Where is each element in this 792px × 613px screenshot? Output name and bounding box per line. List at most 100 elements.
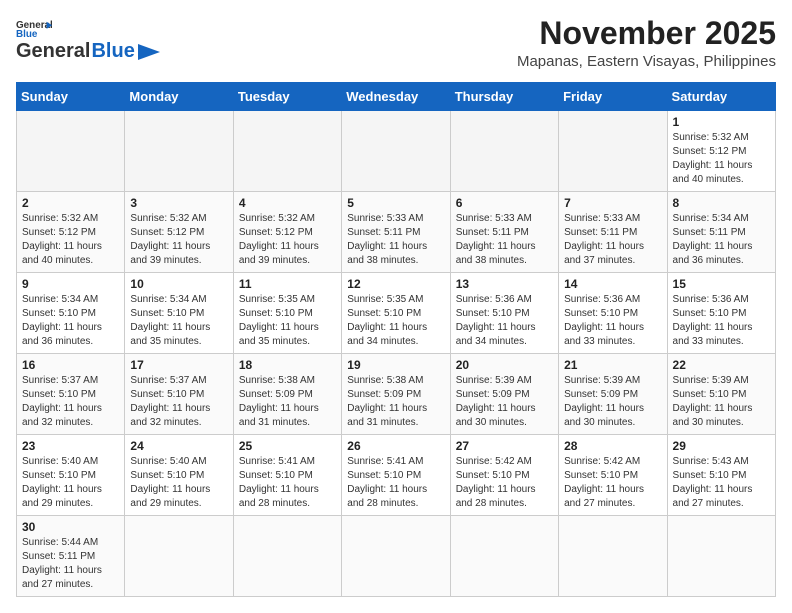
calendar-day-cell: 11 Sunrise: 5:35 AM Sunset: 5:10 PM Dayli… [233, 273, 341, 354]
calendar-day-cell: 16 Sunrise: 5:37 AM Sunset: 5:10 PM Dayli… [17, 354, 125, 435]
day-number: 23 [22, 439, 119, 453]
calendar-day-cell: 30Sunrise: 5:44 AM Sunset: 5:11 PM Dayli… [17, 516, 125, 597]
calendar-day-cell [125, 111, 233, 192]
day-info: Sunrise: 5:32 AM Sunset: 5:12 PM Dayligh… [22, 212, 119, 268]
calendar-day-cell [450, 111, 558, 192]
day-info: Sunrise: 5:37 AM Sunset: 5:10 PM Dayligh… [130, 374, 227, 430]
day-number: 5 [347, 196, 444, 210]
day-number: 7 [564, 196, 661, 210]
day-info: Sunrise: 5:40 AM Sunset: 5:10 PM Dayligh… [130, 455, 227, 511]
day-number: 8 [673, 196, 770, 210]
day-number: 19 [347, 358, 444, 372]
calendar-day-cell: 5Sunrise: 5:33 AM Sunset: 5:11 PM Daylig… [342, 192, 450, 273]
calendar-day-cell: 26Sunrise: 5:41 AM Sunset: 5:10 PM Dayli… [342, 435, 450, 516]
calendar-day-cell [559, 516, 667, 597]
day-info: Sunrise: 5:42 AM Sunset: 5:10 PM Dayligh… [456, 455, 553, 511]
calendar-week-row: 1 Sunrise: 5:32 AM Sunset: 5:12 PM Daylig… [17, 111, 776, 192]
calendar-day-cell [125, 516, 233, 597]
calendar-day-cell: 22 Sunrise: 5:39 AM Sunset: 5:10 PM Dayli… [667, 354, 775, 435]
calendar-day-cell [667, 516, 775, 597]
calendar-day-cell: 25 Sunrise: 5:41 AM Sunset: 5:10 PM Dayli… [233, 435, 341, 516]
day-number: 4 [239, 196, 336, 210]
day-number: 28 [564, 439, 661, 453]
day-number: 11 [239, 277, 336, 291]
day-number: 22 [673, 358, 770, 372]
calendar-day-cell: 8 Sunrise: 5:34 AM Sunset: 5:11 PM Daylig… [667, 192, 775, 273]
day-info: Sunrise: 5:35 AM Sunset: 5:10 PM Dayligh… [239, 293, 336, 349]
calendar-day-cell: 23 Sunrise: 5:40 AM Sunset: 5:10 PM Dayli… [17, 435, 125, 516]
day-number: 25 [239, 439, 336, 453]
day-info: Sunrise: 5:44 AM Sunset: 5:11 PM Dayligh… [22, 536, 119, 592]
day-info: Sunrise: 5:36 AM Sunset: 5:10 PM Dayligh… [564, 293, 661, 349]
calendar-day-cell: 27 Sunrise: 5:42 AM Sunset: 5:10 PM Dayli… [450, 435, 558, 516]
day-info: Sunrise: 5:40 AM Sunset: 5:10 PM Dayligh… [22, 455, 119, 511]
day-number: 6 [456, 196, 553, 210]
calendar-week-row: 2Sunrise: 5:32 AM Sunset: 5:12 PM Daylig… [17, 192, 776, 273]
day-number: 16 [22, 358, 119, 372]
calendar-table: SundayMondayTuesdayWednesdayThursdayFrid… [16, 82, 776, 597]
day-info: Sunrise: 5:42 AM Sunset: 5:10 PM Dayligh… [564, 455, 661, 511]
day-number: 10 [130, 277, 227, 291]
calendar-day-cell [450, 516, 558, 597]
day-info: Sunrise: 5:39 AM Sunset: 5:09 PM Dayligh… [564, 374, 661, 430]
calendar-day-cell: 20 Sunrise: 5:39 AM Sunset: 5:09 PM Dayli… [450, 354, 558, 435]
svg-text:Blue: Blue [16, 29, 38, 38]
day-number: 3 [130, 196, 227, 210]
day-number: 1 [673, 115, 770, 129]
col-header-saturday: Saturday [667, 83, 775, 111]
day-info: Sunrise: 5:34 AM Sunset: 5:11 PM Dayligh… [673, 212, 770, 268]
day-info: Sunrise: 5:34 AM Sunset: 5:10 PM Dayligh… [22, 293, 119, 349]
page-header: General Blue General Blue November 2025 … [16, 16, 776, 70]
calendar-day-cell: 17Sunrise: 5:37 AM Sunset: 5:10 PM Dayli… [125, 354, 233, 435]
day-number: 20 [456, 358, 553, 372]
day-info: Sunrise: 5:39 AM Sunset: 5:10 PM Dayligh… [673, 374, 770, 430]
calendar-day-cell [233, 516, 341, 597]
calendar-day-cell: 18 Sunrise: 5:38 AM Sunset: 5:09 PM Dayli… [233, 354, 341, 435]
calendar-day-cell: 12Sunrise: 5:35 AM Sunset: 5:10 PM Dayli… [342, 273, 450, 354]
day-number: 29 [673, 439, 770, 453]
col-header-friday: Friday [559, 83, 667, 111]
calendar-day-cell: 28 Sunrise: 5:42 AM Sunset: 5:10 PM Dayli… [559, 435, 667, 516]
calendar-week-row: 16 Sunrise: 5:37 AM Sunset: 5:10 PM Dayli… [17, 354, 776, 435]
calendar-day-cell: 15Sunrise: 5:36 AM Sunset: 5:10 PM Dayli… [667, 273, 775, 354]
col-header-tuesday: Tuesday [233, 83, 341, 111]
day-number: 26 [347, 439, 444, 453]
day-info: Sunrise: 5:39 AM Sunset: 5:09 PM Dayligh… [456, 374, 553, 430]
day-info: Sunrise: 5:35 AM Sunset: 5:10 PM Dayligh… [347, 293, 444, 349]
day-info: Sunrise: 5:33 AM Sunset: 5:11 PM Dayligh… [564, 212, 661, 268]
col-header-monday: Monday [125, 83, 233, 111]
calendar-day-cell: 21 Sunrise: 5:39 AM Sunset: 5:09 PM Dayli… [559, 354, 667, 435]
day-info: Sunrise: 5:41 AM Sunset: 5:10 PM Dayligh… [239, 455, 336, 511]
day-number: 9 [22, 277, 119, 291]
calendar-day-cell [559, 111, 667, 192]
day-number: 18 [239, 358, 336, 372]
location-subtitle: Mapanas, Eastern Visayas, Philippines [517, 53, 776, 70]
day-number: 13 [456, 277, 553, 291]
day-info: Sunrise: 5:37 AM Sunset: 5:10 PM Dayligh… [22, 374, 119, 430]
calendar-day-cell: 13Sunrise: 5:36 AM Sunset: 5:10 PM Dayli… [450, 273, 558, 354]
logo-blue-text: Blue [91, 40, 134, 63]
day-number: 27 [456, 439, 553, 453]
day-info: Sunrise: 5:32 AM Sunset: 5:12 PM Dayligh… [130, 212, 227, 268]
calendar-day-cell: 4 Sunrise: 5:32 AM Sunset: 5:12 PM Daylig… [233, 192, 341, 273]
logo-arrow-icon [138, 44, 160, 60]
calendar-header-row: SundayMondayTuesdayWednesdayThursdayFrid… [17, 83, 776, 111]
day-info: Sunrise: 5:32 AM Sunset: 5:12 PM Dayligh… [673, 131, 770, 187]
calendar-day-cell: 19Sunrise: 5:38 AM Sunset: 5:09 PM Dayli… [342, 354, 450, 435]
day-number: 21 [564, 358, 661, 372]
logo-icon: General Blue [16, 18, 52, 38]
calendar-day-cell [342, 111, 450, 192]
day-number: 14 [564, 277, 661, 291]
calendar-day-cell: 6 Sunrise: 5:33 AM Sunset: 5:11 PM Daylig… [450, 192, 558, 273]
logo: General Blue General Blue [16, 16, 160, 63]
day-info: Sunrise: 5:38 AM Sunset: 5:09 PM Dayligh… [239, 374, 336, 430]
day-info: Sunrise: 5:34 AM Sunset: 5:10 PM Dayligh… [130, 293, 227, 349]
day-info: Sunrise: 5:32 AM Sunset: 5:12 PM Dayligh… [239, 212, 336, 268]
calendar-day-cell [17, 111, 125, 192]
col-header-thursday: Thursday [450, 83, 558, 111]
day-info: Sunrise: 5:36 AM Sunset: 5:10 PM Dayligh… [673, 293, 770, 349]
calendar-day-cell [233, 111, 341, 192]
day-number: 24 [130, 439, 227, 453]
calendar-day-cell: 14 Sunrise: 5:36 AM Sunset: 5:10 PM Dayli… [559, 273, 667, 354]
day-info: Sunrise: 5:33 AM Sunset: 5:11 PM Dayligh… [456, 212, 553, 268]
